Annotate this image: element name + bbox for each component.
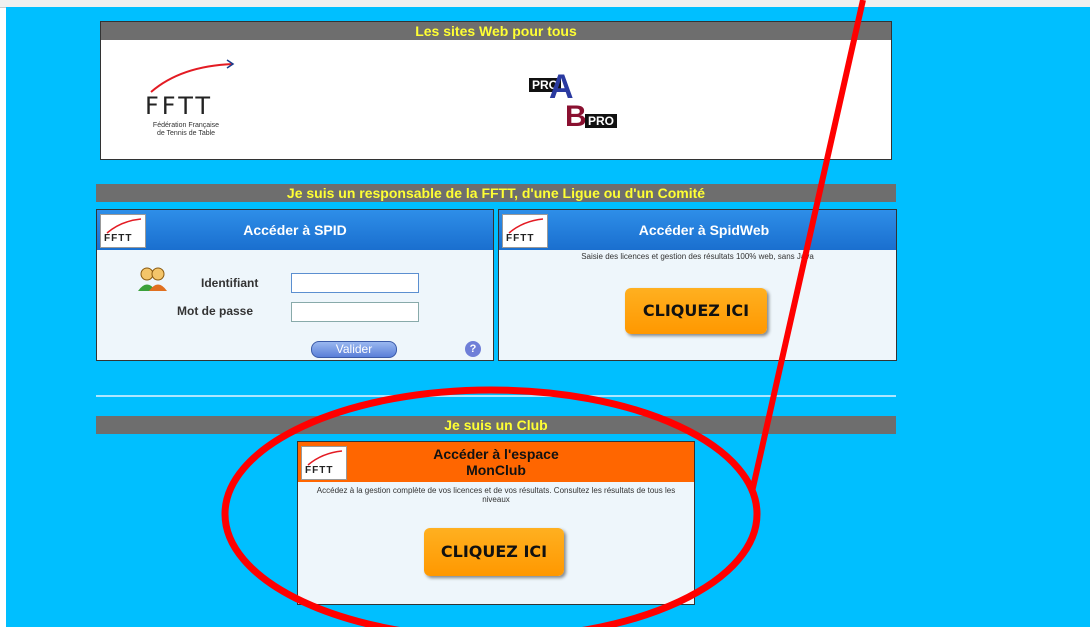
spid-header-title: Accéder à SPID [243,222,347,238]
pro-b-letter: B [565,100,587,133]
fftt-logo[interactable]: FFTT Fédération Française de Tennis de T… [141,56,241,137]
identifiant-label: Identifiant [201,276,259,290]
spid-panel: FFTT Accéder à SPID Identifiant Mot de p… [96,209,494,361]
mini-logo-letters: FFTT [104,233,133,244]
spidweb-fftt-mini-logo: FFTT [502,214,548,248]
identifiant-input[interactable] [291,273,419,293]
fftt-logo-line1: Fédération Française [152,122,220,129]
partners-banner-title: Les sites Web pour tous [101,22,891,40]
monclub-header-line2: MonClub [466,462,526,478]
validate-button[interactable]: Valider [311,341,397,358]
partners-banner: Les sites Web pour tous FFTT Fédération … [100,21,892,160]
spid-header: FFTT Accéder à SPID [97,210,493,250]
spidweb-header: FFTT Accéder à SpidWeb [499,210,896,250]
page-background: Les sites Web pour tous FFTT Fédération … [6,7,1090,627]
spidweb-header-title: Accéder à SpidWeb [638,222,770,238]
monclub-fftt-mini-logo: FFTT [301,446,347,480]
pro-a-letter: A [549,68,574,106]
spidweb-cta-button[interactable]: CLIQUEZ ICI [625,288,767,334]
spidweb-description: Saisie des licences et gestion des résul… [581,252,814,261]
monclub-description: Accédez à la gestion complète de vos lic… [316,486,676,504]
spid-fftt-mini-logo: FFTT [100,214,146,248]
password-input[interactable] [291,302,419,322]
fftt-swoosh-icon [307,450,343,466]
fftt-logo-letters: FFTT [145,92,214,120]
monclub-cta-button[interactable]: CLIQUEZ ICI [424,528,564,576]
monclub-panel: FFTT Accéder à l'espace MonClub Accédez … [297,441,695,605]
monclub-header-line1: Accéder à l'espace [433,446,559,462]
users-icon [137,266,169,292]
pro-a-pro-b-logo[interactable]: PRO A B PRO [529,66,649,138]
spidweb-panel: FFTT Accéder à SpidWeb Saisie des licenc… [498,209,897,361]
club-section-title: Je suis un Club [96,416,896,434]
section-divider [96,395,896,397]
monclub-header: FFTT Accéder à l'espace MonClub [298,442,694,482]
fftt-logo-line2: de Tennis de Table [156,130,216,137]
mini-logo-letters: FFTT [506,233,535,244]
help-icon[interactable]: ? [465,341,481,357]
password-label: Mot de passe [177,304,254,318]
responsable-section-title: Je suis un responsable de la FFTT, d'une… [96,184,896,202]
pro-b-box: PRO [585,114,618,128]
fftt-swoosh-icon [150,59,235,93]
mini-logo-letters: FFTT [305,465,334,476]
fftt-swoosh-icon [106,218,142,234]
fftt-swoosh-icon [508,218,544,234]
